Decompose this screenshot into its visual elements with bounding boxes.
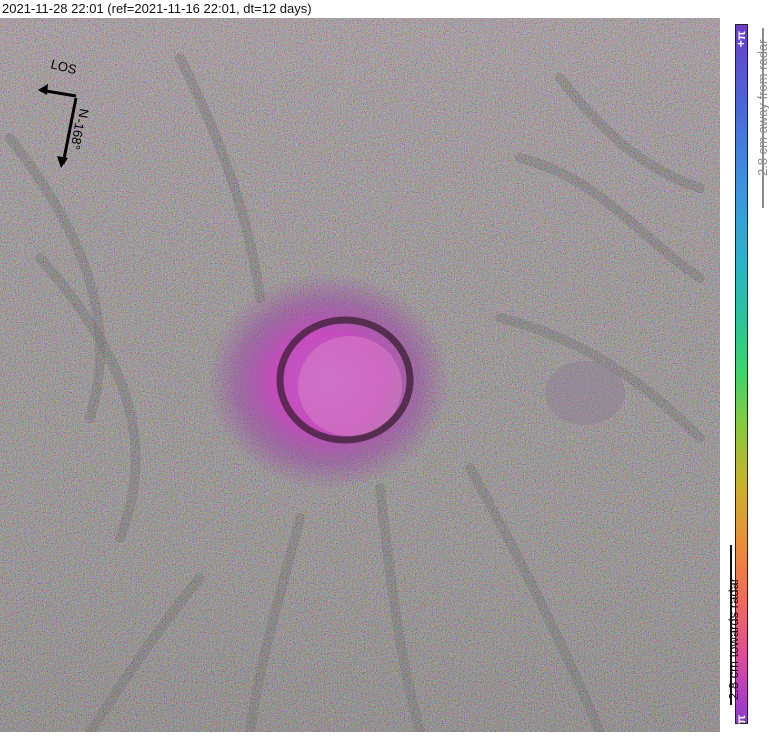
away-from-radar-label: 2.8 cm away from radar [755,39,769,176]
los-compass: LOS N -168° [28,46,100,168]
figure-title: 2021-11-28 22:01 (ref=2021-11-16 22:01, … [2,1,312,16]
colorbar-bottom-label: −π [734,714,748,732]
interferogram-image: LOS N -168° [0,18,720,732]
colorbar-top-label: +π [734,30,748,48]
los-label: LOS [49,56,78,77]
towards-radar-label: 2.8 cm towards radar [726,577,741,700]
